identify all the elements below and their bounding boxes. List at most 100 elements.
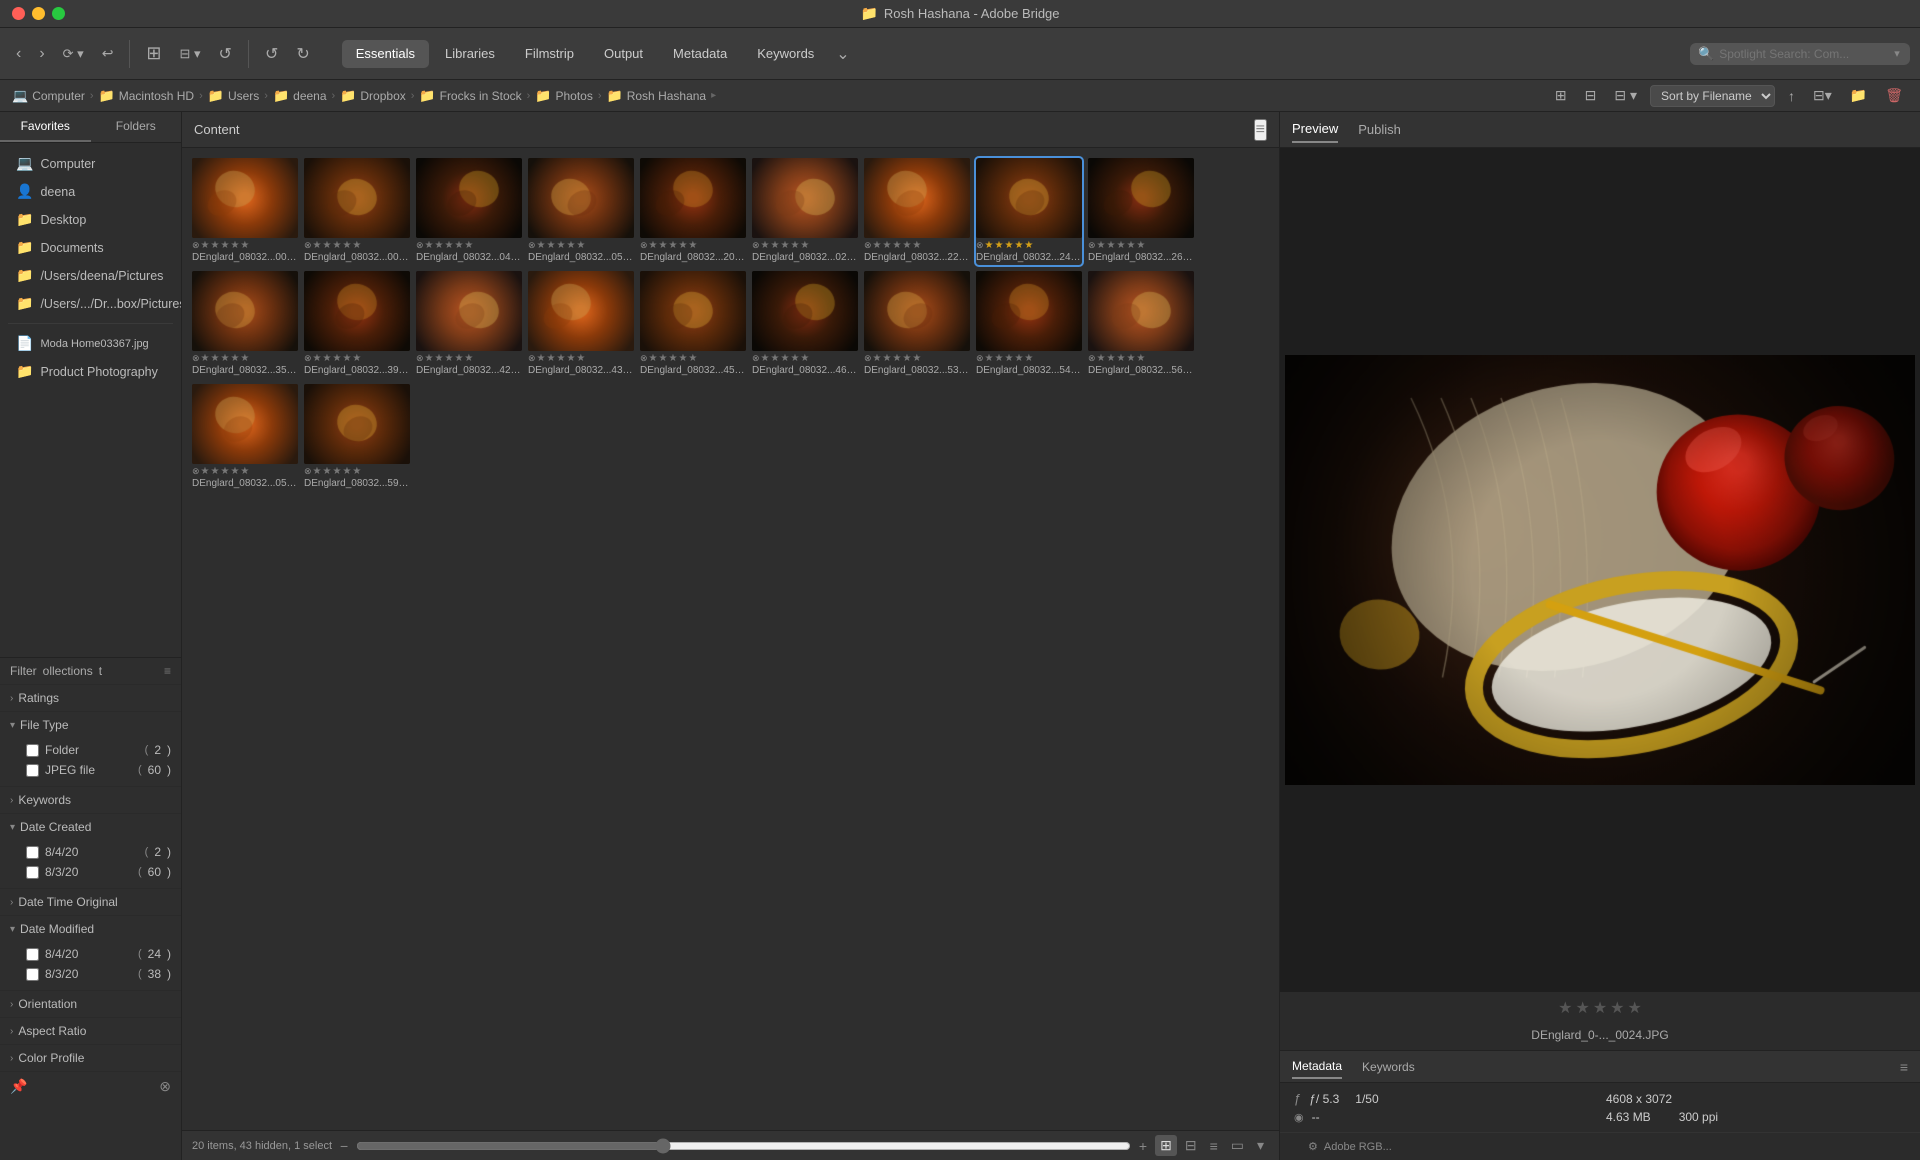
- sidebar-item-computer[interactable]: 💻 Computer: [4, 150, 177, 177]
- thumbnail-4[interactable]: ⊗★★★★★DEnglard_08032...20.JPG: [640, 158, 746, 265]
- filter-color-profile-header[interactable]: › Color Profile: [0, 1045, 181, 1071]
- thumbnail-13[interactable]: ⊗★★★★★DEnglard_08032...45.JPG: [640, 271, 746, 378]
- filter-collections-button[interactable]: ollections: [43, 664, 93, 678]
- tab-output[interactable]: Output: [590, 40, 657, 68]
- filter-item-folder[interactable]: Folder (2): [22, 740, 175, 760]
- sidebar-item-documents[interactable]: 📁 Documents: [4, 234, 177, 261]
- more-view-button[interactable]: ▾: [1252, 1135, 1269, 1156]
- tab-keywords-info[interactable]: Keywords: [1362, 1056, 1415, 1078]
- thumbnail-5[interactable]: ⊗★★★★★DEnglard_08032...021.JPG: [752, 158, 858, 265]
- sidebar-item-moda-home[interactable]: 📄 Moda Home03367.jpg: [4, 330, 177, 357]
- reveal-in-finder-button[interactable]: ⊞: [140, 39, 167, 68]
- filter-item-date-830[interactable]: 8/3/20 (60): [22, 862, 175, 882]
- clear-filter-button[interactable]: ⊗: [159, 1078, 171, 1095]
- nav-up-button[interactable]: ↩: [96, 41, 120, 66]
- filter-aspect-ratio-header[interactable]: › Aspect Ratio: [0, 1018, 181, 1044]
- filter-datetime-original-header[interactable]: › Date Time Original: [0, 889, 181, 915]
- thumbnail-1[interactable]: ⊗★★★★★DEnglard_08032...001.JPG: [304, 158, 410, 265]
- filter-menu-button[interactable]: ≡: [164, 664, 171, 678]
- search-dropdown-icon[interactable]: ▾: [1894, 47, 1900, 60]
- thumbnail-9[interactable]: ⊗★★★★★DEnglard_08032...35.JPG: [192, 271, 298, 378]
- breadcrumb-disclosure[interactable]: ▸: [711, 90, 716, 101]
- filter-ratings-header[interactable]: › Ratings: [0, 685, 181, 711]
- preview-star-4[interactable]: ★: [1610, 998, 1624, 1018]
- sidebar-item-desktop[interactable]: 📁 Desktop: [4, 206, 177, 233]
- preview-star-5[interactable]: ★: [1628, 998, 1642, 1018]
- breadcrumb-macintosh-hd[interactable]: 📁 Macintosh HD: [99, 88, 195, 104]
- filter-keywords-header[interactable]: › Keywords: [0, 787, 181, 813]
- tab-metadata[interactable]: Metadata: [659, 40, 741, 68]
- zoom-slider[interactable]: [356, 1138, 1131, 1154]
- list-view-button[interactable]: ≡: [1205, 1135, 1223, 1156]
- breadcrumb-frocks[interactable]: 📁 Frocks in Stock: [419, 88, 521, 104]
- preview-star-2[interactable]: ★: [1575, 998, 1589, 1018]
- tab-libraries[interactable]: Libraries: [431, 40, 509, 68]
- filter-item-modified-840[interactable]: 8/4/20 (24): [22, 944, 175, 964]
- filter-filetype-header[interactable]: ▾ File Type: [0, 712, 181, 738]
- thumbnail-15[interactable]: ⊗★★★★★DEnglard_08032...53.JPG: [864, 271, 970, 378]
- filter-t-button[interactable]: t: [99, 664, 102, 678]
- thumbnail-12[interactable]: ⊗★★★★★DEnglard_08032...43.JPG: [528, 271, 634, 378]
- thumbnail-6[interactable]: ⊗★★★★★DEnglard_08032...22.JPG: [864, 158, 970, 265]
- thumbnail-14[interactable]: ⊗★★★★★DEnglard_08032...46.JPG: [752, 271, 858, 378]
- thumbnail-10[interactable]: ⊗★★★★★DEnglard_08032...39.JPG: [304, 271, 410, 378]
- thumbnail-18[interactable]: ⊗★★★★★DEnglard_08032...057.JPG: [192, 384, 298, 491]
- grid-view-button[interactable]: ⊞: [1155, 1135, 1177, 1156]
- metadata-menu-button[interactable]: ≡: [1900, 1059, 1908, 1075]
- nav-history-button[interactable]: ⟳ ▾: [57, 42, 90, 66]
- tab-keywords[interactable]: Keywords: [743, 40, 828, 68]
- thumbnail-7[interactable]: ⊗★★★★★DEnglard_08032...24.JPG: [976, 158, 1082, 265]
- filter-modified-830-checkbox[interactable]: [26, 968, 39, 981]
- tabs-more-button[interactable]: ⌄: [830, 40, 855, 68]
- sort-order-button[interactable]: ⊟: [1580, 84, 1602, 107]
- minimize-button[interactable]: [32, 7, 45, 20]
- thumbnail-view-button[interactable]: ⊞: [1550, 84, 1572, 107]
- tab-filmstrip[interactable]: Filmstrip: [511, 40, 588, 68]
- thumbnail-11[interactable]: ⊗★★★★★DEnglard_08032...42.JPG: [416, 271, 522, 378]
- breadcrumb-deena[interactable]: 📁 deena: [273, 88, 327, 104]
- undo-button[interactable]: ↺: [259, 40, 284, 68]
- batch-rename-button[interactable]: ⊟▾: [1808, 84, 1837, 107]
- sort-select[interactable]: Sort by Filename: [1650, 85, 1775, 107]
- filmstrip-view-button[interactable]: ▭: [1226, 1135, 1249, 1156]
- thumbnail-8[interactable]: ⊗★★★★★DEnglard_08032...26.JPG: [1088, 158, 1194, 265]
- filter-orientation-header[interactable]: › Orientation: [0, 991, 181, 1017]
- thumbnail-0[interactable]: ⊗★★★★★DEnglard_08032...00.JPG: [192, 158, 298, 265]
- filter-folder-checkbox[interactable]: [26, 744, 39, 757]
- search-input[interactable]: [1719, 47, 1889, 61]
- filter-item-jpeg[interactable]: JPEG file (60): [22, 760, 175, 780]
- breadcrumb-photos[interactable]: 📁 Photos: [535, 88, 593, 104]
- sidebar-item-dropbox-pictures[interactable]: 📁 /Users/.../Dr...box/Pictures: [4, 290, 177, 317]
- redo-button[interactable]: ↻: [290, 40, 315, 68]
- tab-publish[interactable]: Publish: [1358, 117, 1401, 142]
- breadcrumb-users[interactable]: 📁 Users: [208, 88, 260, 104]
- breadcrumb-rosh-hashana[interactable]: 📁 Rosh Hashana: [607, 88, 707, 104]
- sidebar-item-deena[interactable]: 👤 deena: [4, 178, 177, 205]
- breadcrumb-dropbox[interactable]: 📁 Dropbox: [340, 88, 406, 104]
- filter-date-modified-header[interactable]: ▾ Date Modified: [0, 916, 181, 942]
- maximize-button[interactable]: [52, 7, 65, 20]
- breadcrumb-computer[interactable]: 💻 Computer: [12, 88, 85, 104]
- thumbnail-3[interactable]: ⊗★★★★★DEnglard_08032...05.JPG: [528, 158, 634, 265]
- filter-date-created-header[interactable]: ▾ Date Created: [0, 814, 181, 840]
- sort-asc-button[interactable]: ↑: [1783, 85, 1800, 107]
- filter-date830-checkbox[interactable]: [26, 866, 39, 879]
- filter-modified-840-checkbox[interactable]: [26, 948, 39, 961]
- thumbnail-2[interactable]: ⊗★★★★★DEnglard_08032...04.JPG: [416, 158, 522, 265]
- delete-button[interactable]: 🗑: [1880, 84, 1908, 107]
- tab-essentials[interactable]: Essentials: [342, 40, 429, 68]
- grid-view-alt-button[interactable]: ⊟: [1180, 1135, 1202, 1156]
- filter-date840-checkbox[interactable]: [26, 846, 39, 859]
- close-button[interactable]: [12, 7, 25, 20]
- nav-back-button[interactable]: ‹: [10, 41, 27, 67]
- content-menu-button[interactable]: ≡: [1254, 119, 1267, 141]
- thumbnail-17[interactable]: ⊗★★★★★DEnglard_08032...56.JPG: [1088, 271, 1194, 378]
- thumbnail-16[interactable]: ⊗★★★★★DEnglard_08032...54.JPG: [976, 271, 1082, 378]
- filter-button[interactable]: ⊟ ▾: [1609, 84, 1642, 107]
- filter-item-date-840[interactable]: 8/4/20 (2): [22, 842, 175, 862]
- view-options-button[interactable]: ⊟ ▾: [174, 42, 207, 66]
- nav-forward-button[interactable]: ›: [33, 41, 50, 67]
- sidebar-tab-favorites[interactable]: Favorites: [0, 112, 91, 142]
- refresh-button[interactable]: ↺: [213, 40, 238, 68]
- preview-star-3[interactable]: ★: [1593, 998, 1607, 1018]
